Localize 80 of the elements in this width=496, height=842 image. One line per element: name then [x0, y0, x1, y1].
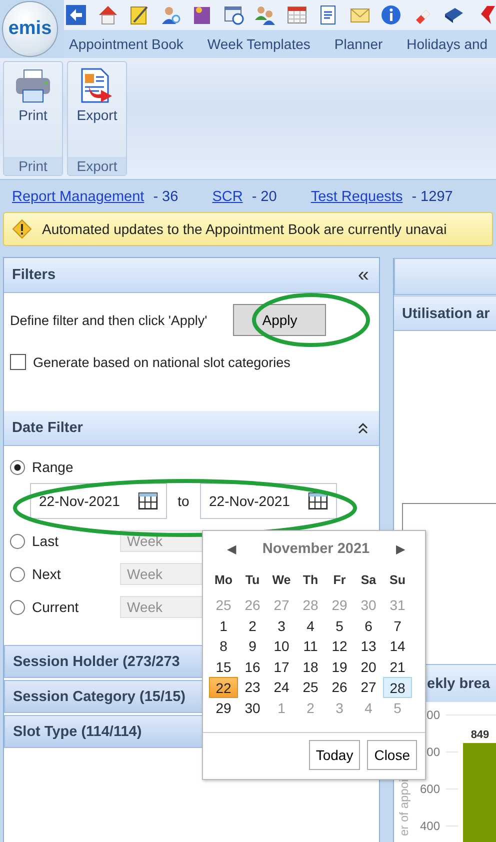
- axis-tick-label: 600: [420, 782, 440, 796]
- calendar-day[interactable]: 22: [209, 677, 238, 698]
- emis-logo[interactable]: emis: [2, 1, 58, 57]
- radio-label: Range: [32, 459, 74, 475]
- bar-value-label: 849: [470, 729, 490, 741]
- calendar-day[interactable]: 23: [238, 677, 267, 698]
- printer-icon: [15, 68, 51, 104]
- axis-tick-label: 00: [426, 745, 440, 759]
- double-chevron-up-icon[interactable]: [357, 422, 369, 434]
- report-link[interactable]: Test Requests: [310, 189, 403, 211]
- weekday-label: Fr: [332, 572, 347, 589]
- month-title: November 2021: [262, 541, 370, 557]
- weekday-label: Su: [388, 572, 406, 589]
- panel-title: Filters: [12, 267, 56, 283]
- calendar-button[interactable]: Close: [367, 740, 417, 770]
- warning-icon: [12, 219, 32, 239]
- warning-text: Automated updates to the Appointment Book are currently unavai: [42, 221, 447, 237]
- weekday-label: We: [271, 572, 292, 589]
- checkbox-label: Generate based on national slot categories: [33, 354, 290, 370]
- export-button[interactable]: Export: [68, 62, 126, 157]
- radio-label: Next: [32, 566, 61, 582]
- person-search-icon[interactable]: [160, 4, 182, 26]
- calendar-day[interactable]: 2: [238, 616, 267, 636]
- weekday-label: Sa: [360, 572, 378, 589]
- collapse-toggle[interactable]: «: [358, 264, 369, 286]
- calendar-icon[interactable]: [138, 492, 158, 510]
- instruction-text: Define filter and then click 'Apply': [10, 312, 208, 328]
- calendar-day[interactable]: 26: [325, 677, 354, 698]
- notepad-icon[interactable]: [128, 4, 150, 26]
- calendar-day[interactable]: 3: [267, 616, 296, 636]
- nav-tab[interactable]: Planner: [334, 36, 383, 52]
- next-month-button[interactable]: ▶: [396, 542, 405, 556]
- calendar-day[interactable]: 18: [296, 656, 325, 677]
- ribbon-group-label: Export: [68, 157, 126, 175]
- print-button[interactable]: Print: [4, 62, 62, 157]
- axis-tick-label: 400: [420, 819, 440, 833]
- radio-label: Current: [32, 599, 79, 615]
- calendar-day[interactable]: 17: [267, 656, 296, 677]
- calendar-clock-icon[interactable]: [222, 4, 244, 26]
- nav-tab[interactable]: Holidays and: [406, 36, 488, 52]
- radio-button[interactable]: [10, 460, 25, 474]
- calendar-day[interactable]: 6: [354, 616, 383, 636]
- calendar-day[interactable]: 7: [383, 616, 412, 636]
- count-label: - 20: [252, 189, 277, 207]
- report-link[interactable]: SCR: [212, 189, 243, 211]
- count-label: - 36: [153, 189, 178, 207]
- calendar-button[interactable]: Today: [308, 740, 360, 770]
- calendar-day[interactable]: 16: [238, 656, 267, 677]
- calendar-day[interactable]: 28: [383, 677, 412, 698]
- date-field[interactable]: 22-Nov-2021: [200, 483, 337, 519]
- calendar-day[interactable]: 1: [209, 616, 238, 636]
- apply-button[interactable]: Apply: [233, 304, 326, 336]
- report-link[interactable]: Report Management: [12, 189, 144, 211]
- nav-tab[interactable]: Week Templates: [207, 36, 310, 52]
- radio-label: Last: [32, 533, 58, 549]
- info-icon[interactable]: [380, 4, 402, 26]
- count-label: - 1297: [412, 189, 453, 207]
- chart-title: ekly brea: [427, 676, 490, 692]
- axis-tick-label: 00: [426, 708, 440, 722]
- calendar-day[interactable]: 19: [325, 656, 354, 677]
- weekday-label: Th: [302, 572, 320, 589]
- calendar-day[interactable]: 15: [209, 656, 238, 677]
- house-icon[interactable]: [96, 4, 118, 26]
- calendar-day[interactable]: 24: [267, 677, 296, 698]
- calendar-icon[interactable]: [308, 492, 328, 510]
- calendar-day[interactable]: 21: [383, 656, 412, 677]
- nav-tab[interactable]: Appointment Book: [69, 36, 184, 52]
- date-field[interactable]: 22-Nov-2021: [30, 483, 167, 519]
- ribbon-group-label: Print: [4, 157, 62, 175]
- checkbox[interactable]: [10, 354, 26, 370]
- panel-title: Utilisation ar: [402, 306, 490, 322]
- calendar-day[interactable]: 5: [325, 616, 354, 636]
- axis-title: er of appoi: [397, 779, 411, 836]
- people-icon[interactable]: [254, 4, 276, 26]
- panel-title: Date Filter: [12, 420, 83, 436]
- calendar-day[interactable]: 14: [383, 636, 412, 656]
- calendar-day[interactable]: 4: [296, 616, 325, 636]
- range-separator: to: [176, 493, 190, 509]
- previous-month-button[interactable]: ◀: [227, 542, 236, 556]
- calendar-day[interactable]: 25: [296, 677, 325, 698]
